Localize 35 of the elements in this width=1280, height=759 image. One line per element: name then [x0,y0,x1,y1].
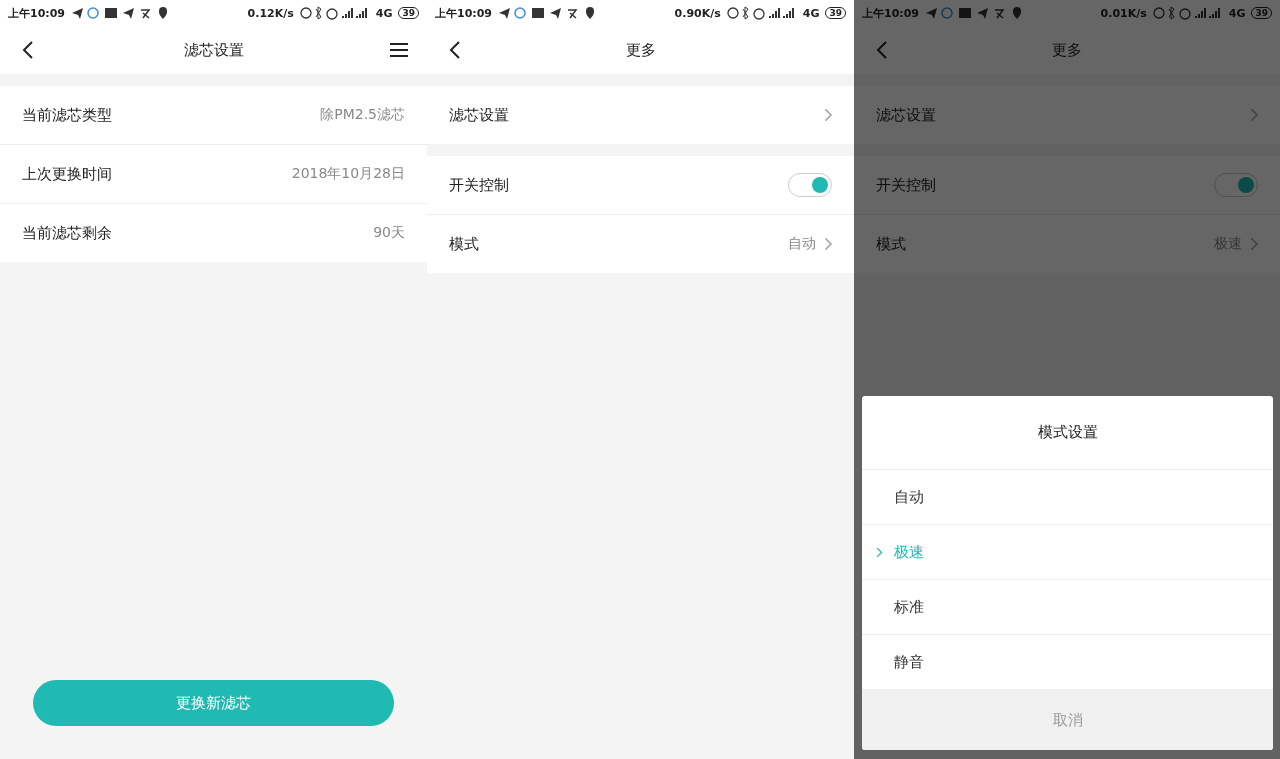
chevron-icon [823,237,832,251]
status-time: 上午10:09 [435,5,492,21]
row-label: 模式 [449,234,480,254]
row-label: 当前滤芯类型 [22,105,113,125]
screen-title: 更多 [624,40,657,60]
row-label: 模式 [876,234,907,254]
screen-title: 滤芯设置 [182,40,245,60]
system-icons-drawing [1152,6,1223,20]
chevron-icon [1249,237,1258,251]
screen-title: 更多 [1051,40,1083,60]
toggle-switch[interactable] [1214,173,1258,197]
network-speed: 0.12K/s [247,6,294,20]
toggle-switch[interactable] [788,173,832,197]
status-time: 上午10:09 [862,5,919,21]
network-type: 4G [1228,6,1246,20]
network-speed: 0.01K/s [1100,6,1147,20]
chevron-icon [1249,108,1258,122]
row-value: 除PM2.5滤芯 [320,106,405,124]
row-label: 开关控制 [876,175,937,195]
network-speed: 0.90K/s [674,6,721,20]
row-value: 90天 [373,224,405,242]
network-type: 4G [802,6,820,20]
system-icons-drawing [726,6,797,20]
row-label: 开关控制 [449,175,510,195]
row-label: 滤芯设置 [876,105,937,125]
row-label: 当前滤芯剩余 [22,223,113,243]
row-label: 滤芯设置 [449,105,510,125]
system-icons-drawing [299,6,370,20]
row-value: 2018年10月28日 [291,165,405,183]
chevron-icon [823,108,832,122]
network-type: 4G [375,6,393,20]
row-value: 自动 [787,235,816,253]
chevron-icon [876,546,883,558]
status-time: 上午10:09 [8,5,65,21]
row-label: 上次更换时间 [22,164,113,184]
